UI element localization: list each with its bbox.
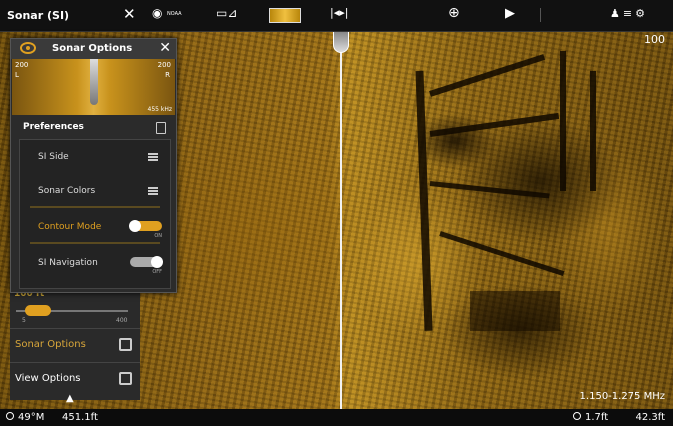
sonar-preview: 200 L 200 R 455 kHz xyxy=(12,59,175,115)
preferences-header: Preferences xyxy=(11,117,176,139)
sonar-structure xyxy=(429,112,560,137)
sonar-options-menu-item[interactable]: Sonar Options xyxy=(10,328,140,361)
sonar-structure xyxy=(415,70,433,331)
boat-icon xyxy=(90,59,98,105)
frequency-readout: 1.150-1.275 MHz xyxy=(579,391,665,402)
close-icon[interactable]: ✕ xyxy=(123,5,136,23)
close-icon[interactable]: ✕ xyxy=(159,40,171,56)
pref-label: SI Navigation xyxy=(38,258,98,268)
sonar-structure xyxy=(590,71,596,191)
app-title: Sonar (SI) xyxy=(7,9,70,22)
view-options-menu-item[interactable]: View Options xyxy=(10,362,140,395)
status-bar: 49°M 451.1ft 1.7ft 42.3ft xyxy=(0,409,673,426)
toggle-state: ON xyxy=(154,233,162,239)
panel-title: Sonar Options xyxy=(52,43,133,54)
sonar-view-icon[interactable] xyxy=(269,8,301,23)
play-icon[interactable]: ▶ xyxy=(505,6,515,21)
slider-min-label: 5 xyxy=(22,317,26,324)
pref-label: Contour Mode xyxy=(38,222,102,232)
toggle-state: OFF xyxy=(152,269,162,275)
preview-left-range: 200 xyxy=(15,61,29,69)
sonar-structure xyxy=(429,181,550,199)
pref-divider xyxy=(30,242,160,244)
noaa-label: NOAA xyxy=(167,11,182,17)
document-icon[interactable] xyxy=(156,122,166,134)
menu-icon xyxy=(148,153,158,161)
menu-item-label: Sonar Options xyxy=(15,339,86,350)
pref-si-navigation[interactable]: SI Navigation OFF xyxy=(20,246,170,280)
toolbar-divider xyxy=(540,8,541,22)
distance-readout: 42.3ft xyxy=(635,412,665,423)
sonar-structure xyxy=(429,54,546,97)
preferences-list: SI Side Sonar Colors Contour Mode ON SI … xyxy=(19,139,171,289)
sonar-screen: Sonar (SI) ✕ ◉ NOAA ▭⊿ |◂▸| ⊕ ▶ ♟≡⚙ 100 … xyxy=(0,0,673,426)
pref-divider xyxy=(30,206,160,208)
preferences-label: Preferences xyxy=(23,122,84,132)
pref-contour-mode[interactable]: Contour Mode ON xyxy=(20,210,170,244)
boat-centerline xyxy=(340,31,342,409)
window-icon xyxy=(119,372,132,385)
toggle-knob xyxy=(129,220,141,232)
window-icon xyxy=(119,338,132,351)
target-icon[interactable]: ⊕ xyxy=(448,5,460,21)
gps-icon xyxy=(6,412,14,423)
chevron-up-icon[interactable]: ▲ xyxy=(66,393,74,404)
contour-mode-toggle[interactable] xyxy=(129,220,162,232)
eye-icon xyxy=(20,42,36,54)
depth-range-slider-knob[interactable] xyxy=(25,305,51,316)
pref-label: SI Side xyxy=(38,152,69,162)
panel-header: Sonar Options ✕ xyxy=(11,39,176,59)
preview-right-range: 200 xyxy=(157,61,171,69)
chart-icon[interactable]: ▭⊿ xyxy=(216,6,237,20)
toggle-knob xyxy=(151,256,163,268)
pref-sonar-colors[interactable]: Sonar Colors xyxy=(20,174,170,208)
status-icons[interactable]: ♟≡⚙ xyxy=(610,7,648,20)
preview-frequency: 455 kHz xyxy=(147,106,173,113)
menu-icon xyxy=(148,187,158,195)
slider-max-label: 400 xyxy=(116,317,128,324)
sonar-structure xyxy=(470,291,560,331)
si-navigation-toggle[interactable] xyxy=(130,256,163,268)
speed-icon xyxy=(573,412,581,423)
boat-icon xyxy=(333,31,349,53)
range-scale: 100 xyxy=(644,33,665,46)
sonar-options-panel: Sonar Options ✕ 200 L 200 R 455 kHz Pref… xyxy=(10,38,177,293)
side-imaging-icon[interactable]: |◂▸| xyxy=(330,6,348,19)
compass-icon[interactable]: ◉ xyxy=(152,6,162,20)
pref-si-side[interactable]: SI Side xyxy=(20,140,170,174)
depth-readout: 451.1ft xyxy=(62,412,98,423)
speed-readout: 1.7ft xyxy=(585,412,609,423)
sonar-structure xyxy=(439,231,565,277)
top-bar: Sonar (SI) ✕ ◉ NOAA ▭⊿ |◂▸| ⊕ ▶ ♟≡⚙ xyxy=(0,0,673,32)
preview-left-side: L xyxy=(15,71,19,79)
preview-right-side: R xyxy=(165,71,170,79)
sonar-structure xyxy=(560,51,566,191)
water-temp: 49°M xyxy=(18,412,45,423)
pref-label: Sonar Colors xyxy=(38,186,96,196)
menu-item-label: View Options xyxy=(15,373,81,384)
